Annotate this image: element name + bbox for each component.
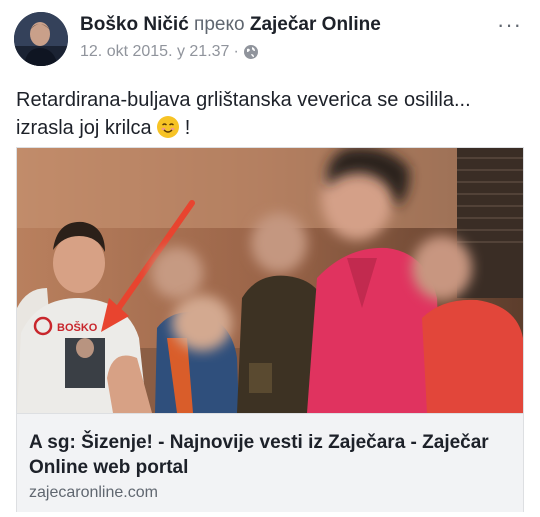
- post-text-line-1: Retardirana-buljava grlištanska veverica…: [16, 89, 471, 111]
- globe-icon: [243, 45, 258, 59]
- link-preview-card[interactable]: BOŠKO A sg: Šizenje! - Najnovije vesti i…: [16, 147, 524, 512]
- post-text-line-2: izrasla joj krilca !: [16, 114, 524, 142]
- link-domain: zajecaronline.com: [29, 484, 158, 501]
- post-meta: 12. okt 2015. у 21.37 ·: [80, 43, 259, 61]
- via-label: преко: [194, 14, 245, 35]
- smiling-face-icon: [157, 116, 180, 138]
- page-name[interactable]: Zaječar Online: [250, 14, 381, 35]
- post-text-line-2b: !: [184, 117, 191, 139]
- meta-separator: ·: [233, 43, 239, 60]
- link-preview-image[interactable]: BOŠKO: [17, 148, 523, 413]
- more-options-button[interactable]: ···: [497, 14, 522, 36]
- author-name[interactable]: Boško Ničić: [80, 14, 189, 35]
- shirt-text: BOŠKO: [57, 321, 98, 334]
- link-title[interactable]: A sg: Šizenje! - Najnovije vesti iz Zaje…: [29, 430, 509, 480]
- post-timestamp[interactable]: 12. okt 2015. у 21.37: [80, 43, 229, 61]
- avatar[interactable]: [14, 12, 68, 66]
- post-header: Boško Ničić преко Zaječar Online 12. okt…: [0, 0, 540, 70]
- post-text: Retardirana-buljava grlištanska veverica…: [16, 86, 524, 142]
- post-text-line-2a: izrasla joj krilca: [16, 117, 152, 139]
- preview-photo: BOŠKO: [17, 148, 523, 413]
- author-line: Boško Ničić преко Zaječar Online: [80, 14, 381, 36]
- avatar-photo: [14, 12, 68, 66]
- link-preview-body[interactable]: A sg: Šizenje! - Najnovije vesti iz Zaje…: [17, 413, 523, 512]
